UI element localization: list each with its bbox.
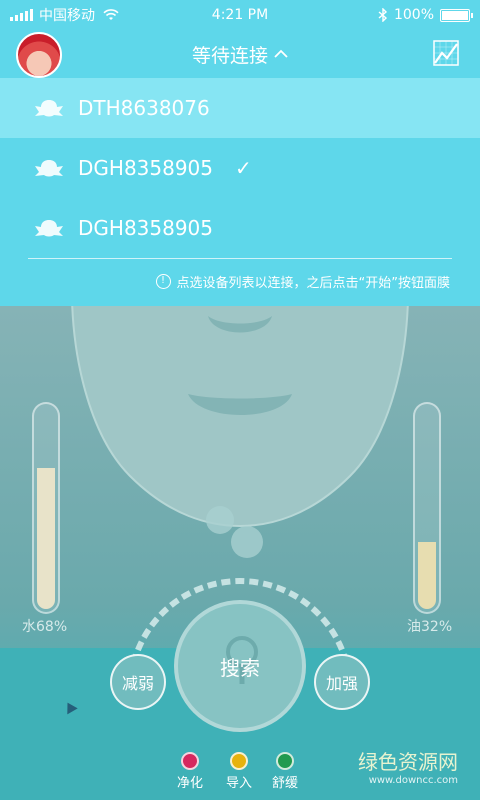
chevron-up-icon (274, 49, 288, 58)
search-button[interactable]: 搜索 (174, 600, 306, 732)
device-label: DGH8358905 (78, 216, 214, 240)
purify-dot (181, 752, 199, 770)
watermark: 绿色资源网 www.downcc.com (358, 746, 458, 786)
divider (28, 258, 452, 259)
mode-label: 导入 (226, 776, 253, 791)
mode-label: 舒缓 (272, 776, 299, 791)
thought-bubble-icon (206, 506, 263, 558)
water-level-fill (37, 467, 55, 609)
soothe-dot (276, 752, 294, 770)
watermark-sub: www.downcc.com (368, 775, 458, 786)
battery-icon (440, 8, 473, 22)
oil-level-gauge (413, 402, 441, 614)
device-icon (35, 220, 63, 237)
import-dot (230, 752, 248, 770)
bluetooth-icon (378, 8, 387, 22)
water-level-gauge (32, 402, 60, 614)
avatar[interactable] (16, 32, 62, 78)
chart-icon[interactable] (432, 39, 460, 67)
connection-title[interactable]: 等待连接 (192, 41, 288, 68)
mode-import[interactable]: 导入 (226, 752, 252, 791)
battery-fill (442, 10, 468, 20)
device-item[interactable]: DTH8638076 (0, 78, 480, 138)
search-label: 搜索 (220, 655, 260, 680)
device-list: DTH8638076 DGH8358905 ✓ DGH8358905 ! 点选设… (0, 78, 480, 306)
mode-label: 净化 (177, 776, 204, 791)
signal-icon (10, 9, 33, 21)
device-item[interactable]: DGH8358905 (0, 198, 480, 258)
mode-purify[interactable]: 净化 (177, 752, 203, 791)
watermark-main: 绿色资源网 (358, 750, 458, 774)
connection-title-text: 等待连接 (191, 44, 268, 67)
header: 等待连接 (0, 30, 480, 78)
check-icon: ✓ (235, 156, 252, 180)
status-bar: 中国移动 4:21 PM 100% (0, 0, 480, 30)
device-label: DGH8358905 (78, 156, 214, 180)
wifi-icon (103, 9, 119, 20)
increase-button[interactable]: 加强 (314, 654, 370, 710)
hint-text: 点选设备列表以连接，之后点击“开始”按钮面膜 (176, 276, 450, 291)
connection-hint: ! 点选设备列表以连接，之后点击“开始”按钮面膜 (155, 272, 450, 291)
water-level-label: 水68% (22, 619, 68, 635)
battery-percent: 100% (393, 7, 434, 23)
oil-level-label: 油32% (407, 619, 453, 635)
decrease-button[interactable]: 减弱 (110, 654, 166, 710)
device-label: DTH8638076 (78, 96, 210, 120)
device-icon (35, 160, 63, 177)
info-icon: ! (155, 274, 171, 289)
mode-soothe[interactable]: 舒缓 (272, 752, 298, 791)
main-panel: 水68% 油32% 减弱 加强 搜索 净化 导入 舒缓 绿色资源网 www.do… (0, 306, 480, 800)
carrier-name: 中国移动 (39, 8, 95, 24)
oil-level-fill (418, 542, 436, 609)
device-item[interactable]: DGH8358905 ✓ (0, 138, 480, 198)
device-icon (35, 100, 63, 117)
